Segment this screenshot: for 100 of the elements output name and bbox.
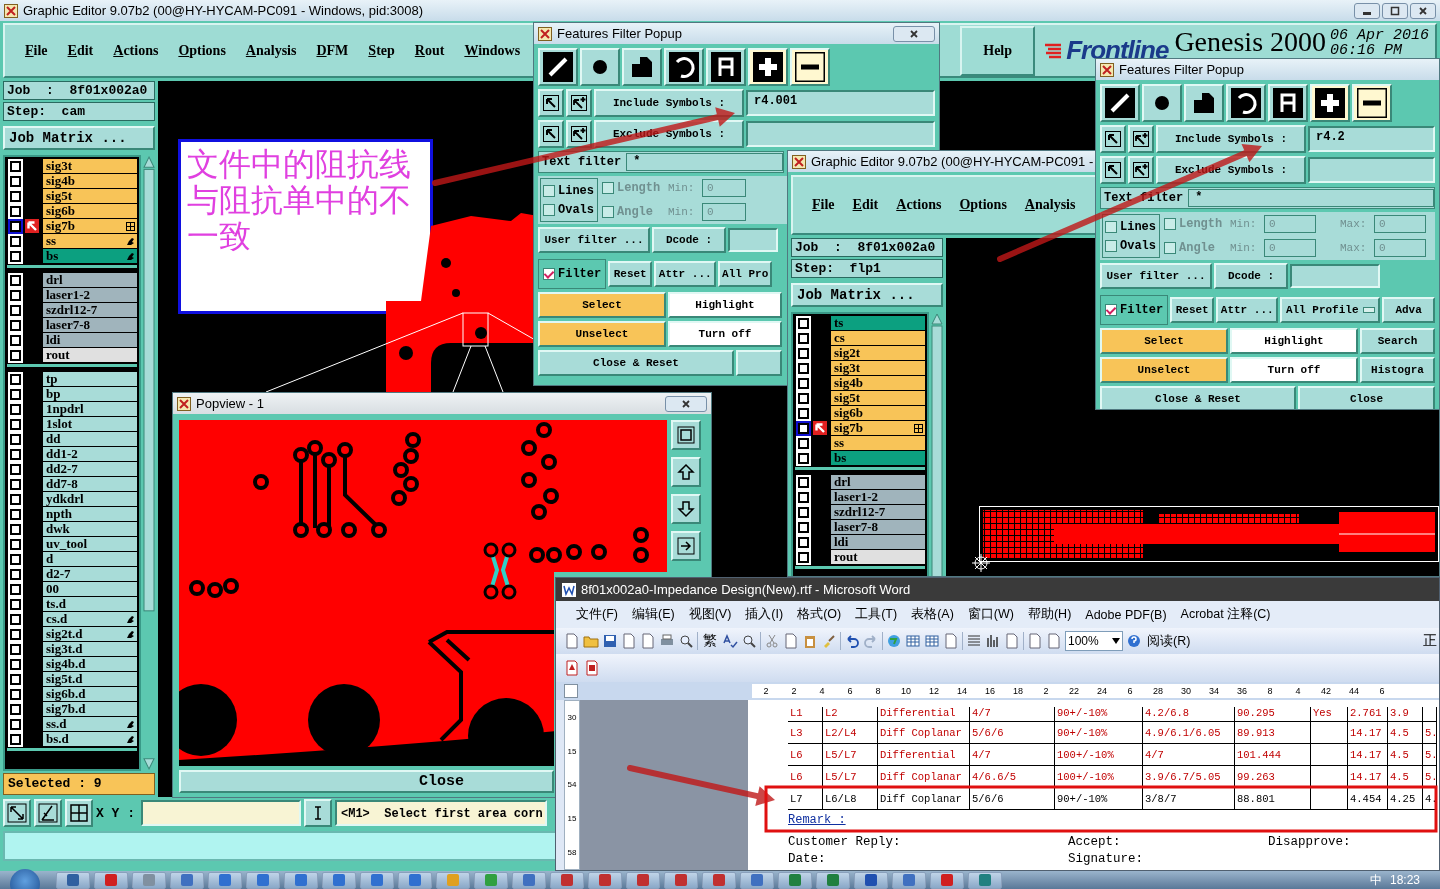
- job-matrix-button[interactable]: Job Matrix ...: [3, 126, 155, 150]
- table-icon[interactable]: [924, 633, 940, 649]
- menu-item[interactable]: 视图(V): [682, 604, 738, 625]
- pick-button[interactable]: [538, 120, 564, 148]
- menu-item[interactable]: Edit: [843, 197, 888, 213]
- layer-name[interactable]: sig3t: [831, 361, 925, 375]
- close-button[interactable]: Close: [1298, 386, 1435, 409]
- reading-button[interactable]: 阅读(R): [1145, 632, 1193, 650]
- histogram-button[interactable]: Histogra: [1360, 357, 1435, 383]
- clipboard-icon[interactable]: [802, 633, 818, 649]
- taskbar-button[interactable]: [778, 871, 812, 889]
- layer-name[interactable]: npth: [43, 507, 137, 521]
- layer-checkbox[interactable]: [10, 220, 21, 232]
- pick-add-button[interactable]: [1128, 156, 1154, 184]
- shape-tool-button[interactable]: [1184, 84, 1224, 122]
- arc-tool-button[interactable]: [1226, 84, 1266, 122]
- magnifier-icon[interactable]: [678, 633, 694, 649]
- layer-name[interactable]: sig6b: [831, 406, 925, 420]
- reset-button[interactable]: Reset: [1170, 297, 1215, 323]
- layer-name[interactable]: szdrl12-7: [831, 505, 925, 519]
- layer-name[interactable]: sig6b: [43, 204, 137, 218]
- layer-name[interactable]: ldi: [831, 535, 925, 549]
- layer-name[interactable]: ss: [831, 436, 925, 450]
- layer-checkbox[interactable]: [798, 422, 809, 434]
- layer-name[interactable]: sig7b: [43, 219, 137, 233]
- taskbar-button[interactable]: [284, 871, 318, 889]
- document-icon[interactable]: [1046, 633, 1062, 649]
- layer-name[interactable]: ss.d: [43, 717, 137, 731]
- user-filter-button[interactable]: User filter ...: [538, 227, 650, 253]
- taskbar-button[interactable]: [588, 871, 622, 889]
- menu-item[interactable]: 格式(O): [791, 604, 848, 625]
- menu-item[interactable]: Rout: [404, 42, 455, 59]
- taskbar-button[interactable]: [740, 871, 774, 889]
- filter-checkbox[interactable]: Filter: [1100, 295, 1169, 325]
- layer-name[interactable]: d: [43, 552, 137, 566]
- layer-checkbox[interactable]: [798, 377, 809, 389]
- resize-button[interactable]: [3, 799, 31, 827]
- document-icon[interactable]: [1027, 633, 1043, 649]
- taskbar-button[interactable]: [816, 871, 850, 889]
- dot-tool-button[interactable]: [1142, 84, 1182, 122]
- type-checkbox[interactable]: Ovals: [1105, 238, 1157, 253]
- close-button[interactable]: Close: [179, 770, 554, 793]
- layer-checkbox[interactable]: [798, 317, 809, 329]
- minus-tool-button[interactable]: [1352, 84, 1392, 122]
- profile-dropdown[interactable]: All Profile: [1280, 297, 1381, 323]
- turn-off-button[interactable]: Turn off: [668, 321, 782, 347]
- layer-checkbox[interactable]: [10, 463, 21, 475]
- layer-name[interactable]: sig5t: [43, 189, 137, 203]
- layer-name[interactable]: sig7b.d: [43, 702, 137, 716]
- minimize-button[interactable]: [1354, 2, 1380, 19]
- magnifier-icon[interactable]: [741, 633, 757, 649]
- minus-tool-button[interactable]: [790, 48, 830, 86]
- layer-checkbox[interactable]: [10, 274, 21, 286]
- layer-name[interactable]: ss: [43, 234, 137, 248]
- cursor-button[interactable]: [304, 799, 332, 827]
- layer-checkbox[interactable]: [798, 536, 809, 548]
- menu-item[interactable]: 工具(T): [849, 604, 904, 625]
- document-icon[interactable]: [564, 633, 580, 649]
- exclude-symbols-field[interactable]: [746, 121, 935, 147]
- layer-checkbox[interactable]: [10, 628, 21, 640]
- pdf-icon[interactable]: [564, 660, 580, 676]
- menu-item[interactable]: Options: [168, 42, 236, 59]
- dcode-field[interactable]: [1290, 264, 1380, 288]
- layer-checkbox[interactable]: [10, 613, 21, 625]
- layer-checkbox[interactable]: [10, 658, 21, 670]
- menu-item[interactable]: Actions: [103, 42, 169, 59]
- undo-icon[interactable]: [844, 633, 860, 649]
- layer-name[interactable]: ldi: [43, 333, 137, 347]
- layer-checkbox[interactable]: [10, 190, 21, 202]
- pick-button[interactable]: [1100, 156, 1126, 184]
- menu-item[interactable]: Windows: [454, 42, 531, 59]
- layer-checkbox[interactable]: [798, 452, 809, 464]
- taskbar-button[interactable]: [94, 871, 128, 889]
- traditional-button[interactable]: 繁: [701, 632, 719, 650]
- layer-name[interactable]: sig4b: [831, 376, 925, 390]
- taskbar-button[interactable]: [930, 871, 964, 889]
- layer-name[interactable]: dd1-2: [43, 447, 137, 461]
- taskbar-button[interactable]: [702, 871, 736, 889]
- document-icon[interactable]: [621, 633, 637, 649]
- document-icon[interactable]: [640, 633, 656, 649]
- checkbox[interactable]: [543, 268, 555, 280]
- layer-checkbox[interactable]: [10, 538, 21, 550]
- spelling-icon[interactable]: [722, 633, 738, 649]
- layer-checkbox[interactable]: [10, 598, 21, 610]
- bar-chart-icon[interactable]: [985, 633, 1001, 649]
- layer-name[interactable]: laser1-2: [831, 490, 925, 504]
- line-tool-button[interactable]: [1100, 84, 1140, 122]
- document-icon[interactable]: [1004, 633, 1020, 649]
- layer-checkbox[interactable]: [10, 493, 21, 505]
- layer-name[interactable]: sig3t.d: [43, 642, 137, 656]
- layer-checkbox[interactable]: [10, 553, 21, 565]
- layer-name[interactable]: sig3t: [43, 159, 137, 173]
- text-box-tool-button[interactable]: [1268, 84, 1308, 122]
- menu-item[interactable]: Step: [358, 42, 405, 59]
- checkbox[interactable]: [543, 184, 555, 197]
- taskbar-button[interactable]: [968, 871, 1002, 889]
- layer-checkbox[interactable]: [10, 568, 21, 580]
- layer-checkbox[interactable]: [10, 703, 21, 715]
- layer-name[interactable]: laser7-8: [43, 318, 137, 332]
- pick-add-button[interactable]: [566, 89, 592, 117]
